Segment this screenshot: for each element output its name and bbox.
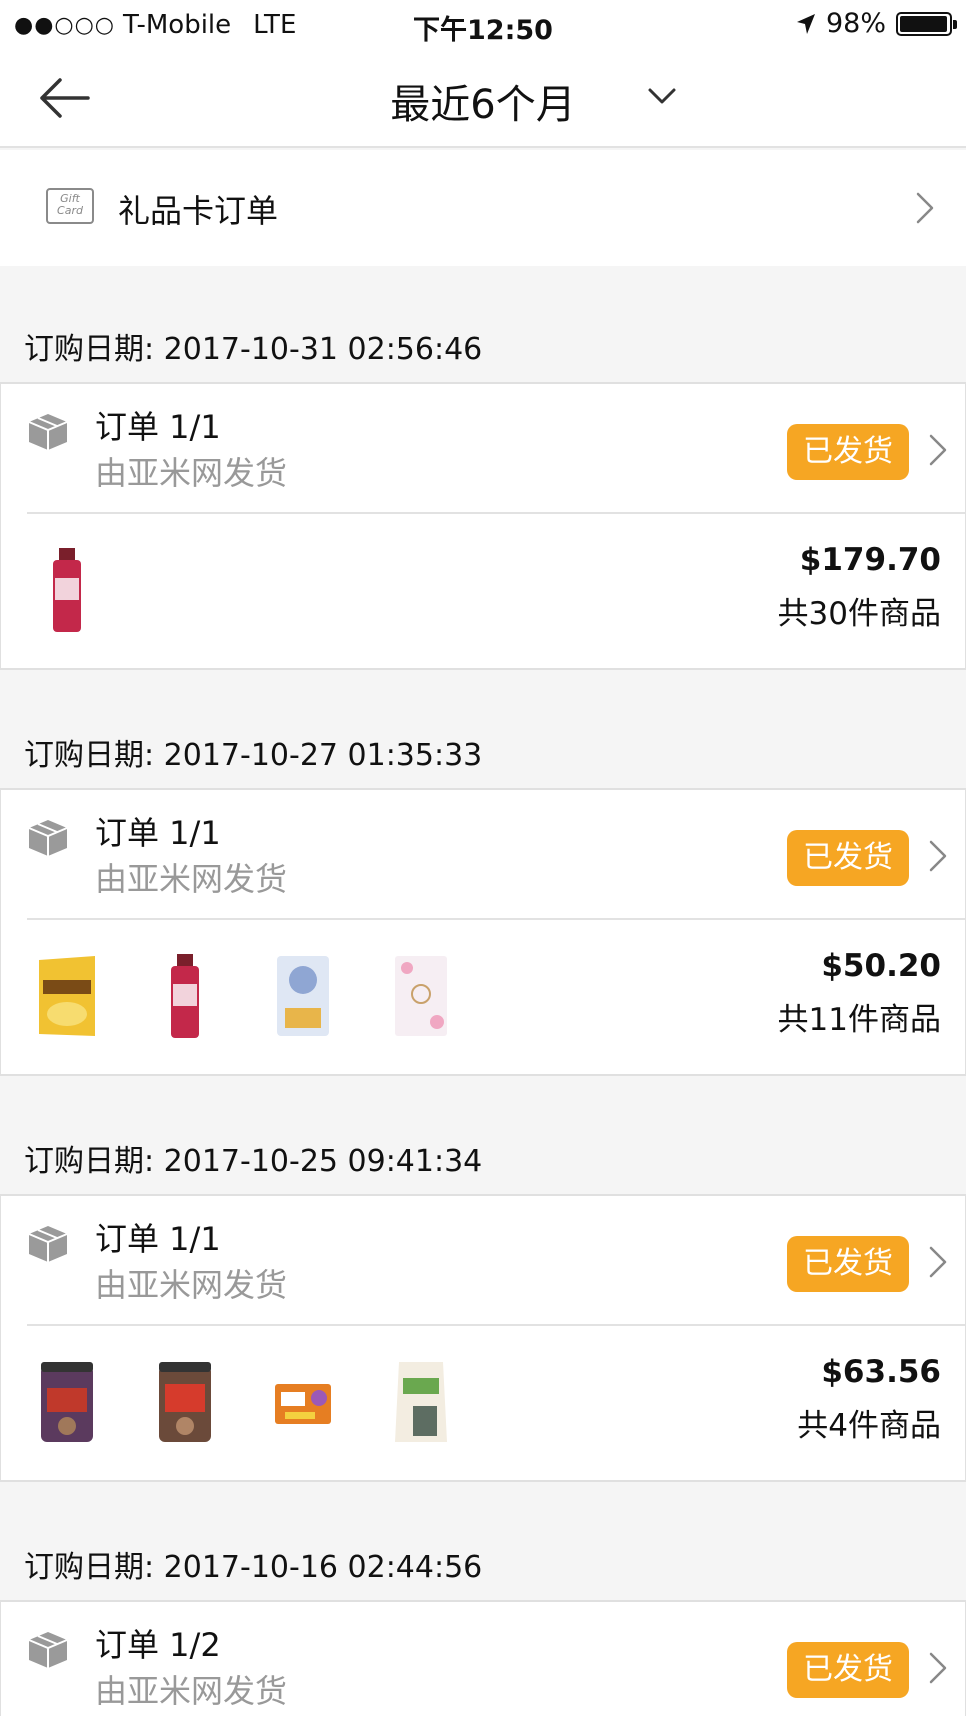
product-honey-butter-chips-image — [39, 956, 95, 1036]
product-diet-box-image — [275, 1384, 331, 1424]
order-title: 订单 1/1 — [95, 1220, 221, 1258]
order-header[interactable]: 订单 1/2 由亚米网发货 已发货 — [1, 1602, 965, 1716]
battery-icon — [896, 11, 957, 36]
location-arrow-icon — [796, 13, 815, 34]
item-thumbnails — [37, 546, 97, 634]
status-right: 98% — [796, 8, 957, 39]
order-date: 订购日期: 2017-10-27 01:35:33 — [24, 738, 483, 773]
chevron-right-icon — [929, 840, 947, 872]
order-header[interactable]: 订单 1/1 由亚米网发货 已发货 — [1, 790, 965, 920]
product-red-drink-bottle-image — [53, 548, 81, 632]
order-item-count: 共30件商品 — [777, 596, 941, 632]
order-date: 订购日期: 2017-10-31 02:56:46 — [24, 332, 483, 367]
status-badge: 已发货 — [787, 830, 909, 886]
order-title: 订单 1/1 — [95, 408, 221, 446]
order-items[interactable]: $63.56 共4件商品 — [1, 1324, 965, 1480]
chevron-right-icon — [929, 1246, 947, 1278]
order-price: $63.56 — [821, 1354, 941, 1390]
product-floral-pack-image — [395, 956, 447, 1036]
gift-card-orders-row[interactable]: Gift Card 礼品卡订单 — [0, 150, 966, 266]
page-title[interactable]: 最近6个月 — [0, 72, 966, 130]
order-price: $179.70 — [799, 542, 941, 578]
chevron-down-icon[interactable] — [644, 82, 680, 110]
order-title: 订单 1/1 — [95, 814, 221, 852]
chevron-right-icon — [929, 434, 947, 466]
package-icon — [28, 1632, 68, 1668]
battery-percent: 98% — [825, 8, 886, 39]
nav-bar: 最近6个月 — [0, 50, 966, 148]
order-seller: 由亚米网发货 — [95, 1266, 288, 1304]
order-date: 订购日期: 2017-10-25 09:41:34 — [24, 1144, 483, 1179]
chevron-right-icon — [929, 1652, 947, 1684]
order-price: $50.20 — [821, 948, 941, 984]
order-item-count: 共11件商品 — [777, 1002, 941, 1038]
status-badge: 已发货 — [787, 424, 909, 480]
product-green-juice-bag-image — [395, 1362, 447, 1442]
order-seller: 由亚米网发货 — [95, 860, 288, 898]
package-icon — [28, 414, 68, 450]
package-icon — [28, 1226, 68, 1262]
product-snack-bag-image — [277, 956, 329, 1036]
package-icon — [28, 820, 68, 856]
status-bar: ●●○○○ T-Mobile LTE 下午12:50 98% — [0, 0, 966, 50]
order-seller: 由亚米网发货 — [95, 1672, 288, 1710]
order-date: 订购日期: 2017-10-16 02:44:56 — [24, 1550, 483, 1585]
item-thumbnails — [37, 1358, 451, 1446]
order-card[interactable]: 订单 1/1 由亚米网发货 已发货 $179.70 共30件商品 — [0, 382, 966, 670]
order-items[interactable]: $50.20 共11件商品 — [1, 918, 965, 1074]
order-seller: 由亚米网发货 — [95, 454, 288, 492]
status-badge: 已发货 — [787, 1236, 909, 1292]
item-thumbnails — [37, 952, 451, 1040]
product-snack-jar-red-image — [159, 1362, 211, 1442]
order-card[interactable]: 订单 1/1 由亚米网发货 已发货 — [0, 788, 966, 1076]
order-header[interactable]: 订单 1/1 由亚米网发货 已发货 — [1, 384, 965, 514]
order-card[interactable]: 订单 1/1 由亚米网发货 已发货 — [0, 1194, 966, 1482]
product-red-drink-bottle-image — [171, 954, 199, 1038]
order-item-count: 共4件商品 — [797, 1408, 941, 1444]
gift-card-icon: Gift Card — [46, 188, 94, 224]
chevron-right-icon — [916, 192, 934, 224]
order-items[interactable]: $179.70 共30件商品 — [1, 512, 965, 668]
product-snack-jar-purple-image — [41, 1362, 93, 1442]
order-title: 订单 1/2 — [95, 1626, 221, 1664]
status-badge: 已发货 — [787, 1642, 909, 1698]
order-card[interactable]: 订单 1/2 由亚米网发货 已发货 — [0, 1600, 966, 1716]
order-header[interactable]: 订单 1/1 由亚米网发货 已发货 — [1, 1196, 965, 1326]
gift-card-label: 礼品卡订单 — [118, 192, 279, 230]
battery-fill — [900, 15, 948, 32]
